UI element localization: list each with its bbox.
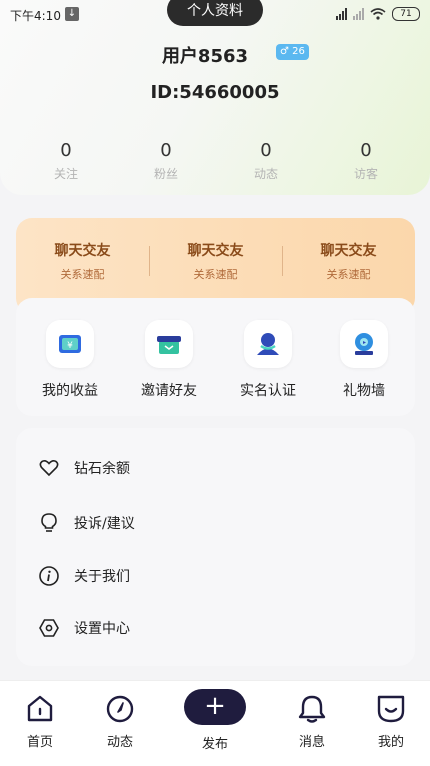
promo-item-chat-1[interactable]: 聊天交友 关系速配 <box>16 240 149 282</box>
menu-label: 关于我们 <box>74 569 130 585</box>
info-icon <box>39 566 59 586</box>
tab-label-publish: 发布 <box>201 737 228 752</box>
stat-fans[interactable]: 0 粉丝 <box>126 140 206 182</box>
tab-mine[interactable]: 我的 <box>361 693 421 750</box>
tab-moments[interactable]: 动态 <box>90 693 150 750</box>
status-time: 下午4:10 <box>10 9 61 23</box>
tool-label: 礼物墙 <box>343 383 385 399</box>
download-icon: ↓ <box>65 7 79 21</box>
stat-value: 0 <box>60 140 72 161</box>
home-icon <box>27 695 53 722</box>
stat-value: 0 <box>360 140 372 161</box>
signal-secondary-icon <box>353 8 364 20</box>
svg-text:¥: ¥ <box>67 341 73 351</box>
tool-label: 邀请好友 <box>141 383 197 399</box>
tab-home[interactable]: 首页 <box>10 693 70 750</box>
plus-icon: + <box>204 691 226 721</box>
bell-icon <box>298 695 326 723</box>
tab-label: 首页 <box>26 735 53 750</box>
tab-label: 我的 <box>377 735 404 750</box>
menu-item-complaint-suggestion[interactable]: 投诉/建议 <box>38 508 135 538</box>
signal-icon <box>336 8 347 20</box>
stat-posts[interactable]: 0 动态 <box>226 140 306 182</box>
promo-title: 聊天交友 <box>54 243 111 259</box>
tool-label: 我的收益 <box>42 383 98 399</box>
stat-label: 关注 <box>53 167 78 181</box>
settings-menu-card: 钻石余额 投诉/建议 关于我们 设置中心 <box>16 428 415 666</box>
wifi-icon <box>370 8 386 20</box>
promo-subtitle: 关系速配 <box>326 268 371 281</box>
lightbulb-icon <box>41 513 57 532</box>
menu-label: 设置中心 <box>74 621 130 637</box>
gift-box-icon <box>145 320 193 368</box>
page-title: 个人资料 <box>167 0 263 26</box>
menu-item-settings-center[interactable]: 设置中心 <box>38 613 130 643</box>
promo-item-chat-3[interactable]: 聊天交友 关系速配 <box>282 240 415 282</box>
menu-item-diamond-balance[interactable]: 钻石余额 <box>38 453 130 483</box>
stat-value: 0 <box>260 140 272 161</box>
username-text: 用户8563 <box>161 46 249 67</box>
earnings-ticket-icon: ¥ <box>46 320 94 368</box>
stat-following[interactable]: 0 关注 <box>26 140 106 182</box>
tool-real-name-verification[interactable]: 实名认证 <box>218 320 318 400</box>
menu-label: 投诉/建议 <box>74 516 135 532</box>
verified-person-icon <box>244 320 292 368</box>
promo-subtitle: 关系速配 <box>193 268 238 281</box>
stat-label: 访客 <box>353 167 378 181</box>
tool-earnings[interactable]: ¥ 我的收益 <box>20 320 120 400</box>
battery-icon: 71 <box>392 7 420 21</box>
stat-label: 粉丝 <box>153 167 178 181</box>
compass-icon <box>106 695 134 723</box>
user-id: ID:54660005 <box>150 82 280 103</box>
promo-title: 聊天交友 <box>320 243 377 259</box>
tool-invite-friends[interactable]: 邀请好友 <box>119 320 219 400</box>
tool-gift-wall[interactable]: 礼物墙 <box>314 320 414 400</box>
promo-title: 聊天交友 <box>187 243 244 259</box>
promo-item-chat-2[interactable]: 聊天交友 关系速配 <box>149 240 282 282</box>
quick-tools-card: ¥ 我的收益 邀请好友 实名认证 礼物墙 <box>16 298 415 416</box>
gender-age-badge: ♂ 26 <box>276 44 309 60</box>
stat-label: 动态 <box>253 167 278 181</box>
heart-icon <box>39 460 59 477</box>
promo-subtitle: 关系速配 <box>60 268 105 281</box>
hexagon-settings-icon <box>39 619 59 637</box>
tab-label: 消息 <box>298 735 325 750</box>
publish-button[interactable]: + <box>184 689 246 725</box>
smile-profile-icon <box>377 695 405 723</box>
menu-item-about-us[interactable]: 关于我们 <box>38 561 130 591</box>
username: 用户8563 <box>0 42 430 68</box>
tab-messages[interactable]: 消息 <box>282 693 342 750</box>
tool-label: 实名认证 <box>240 383 296 399</box>
gift-wall-icon <box>340 320 388 368</box>
stat-value: 0 <box>160 140 172 161</box>
stat-visitors[interactable]: 0 访客 <box>326 140 406 182</box>
tab-label: 动态 <box>106 735 133 750</box>
menu-label: 钻石余额 <box>74 461 130 477</box>
bottom-tab-bar: 首页 动态 + 发布 消息 我的 <box>0 680 430 766</box>
